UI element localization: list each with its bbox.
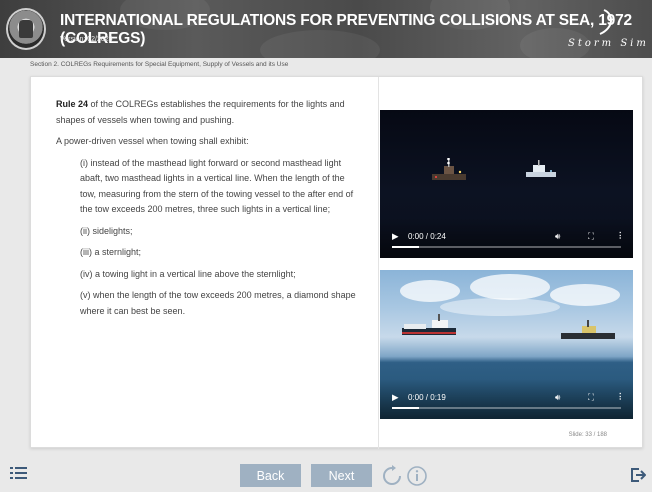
next-button[interactable]: Next — [311, 464, 372, 487]
more-options-icon[interactable]: ⋮ — [616, 391, 625, 402]
video-controls: ▶ 0:00 / 0:19 🔊︎ ⛶ ⋮ — [380, 379, 633, 419]
back-button[interactable]: Back — [240, 464, 301, 487]
rule-items: (i) instead of the masthead light forwar… — [56, 156, 356, 320]
video-player-day[interactable]: ▶ 0:00 / 0:19 🔊︎ ⛶ ⋮ — [380, 270, 633, 419]
course-logo — [6, 8, 46, 50]
fullscreen-icon[interactable]: ⛶ — [588, 392, 594, 403]
rule-label: Rule 24 — [56, 99, 89, 109]
video-progress-fill — [392, 246, 420, 248]
brand-wave-icon — [599, 9, 612, 35]
breadcrumb: Section 2. COLREGs Requirements for Spec… — [30, 61, 289, 68]
brand-text: Storm Sim — [568, 38, 649, 49]
header-bar: INTERNATIONAL REGULATIONS FOR PREVENTING… — [0, 0, 652, 58]
video-time: 0:00 / 0:19 — [408, 393, 446, 402]
rule-item: (i) instead of the masthead light forwar… — [80, 157, 354, 215]
rule-item: (ii) sidelights; — [80, 225, 133, 236]
version-label: Version: 02/2023 — [60, 36, 113, 43]
column-divider — [378, 77, 379, 449]
video-progress-fill — [392, 407, 420, 409]
brand-logo: Storm Sim — [568, 8, 648, 52]
video-player-night[interactable]: ▶ 0:00 / 0:24 🔊︎ ⛶ ⋮ — [380, 110, 633, 258]
menu-list-icon[interactable] — [10, 466, 28, 480]
tug-ship-image — [432, 158, 466, 180]
slide-card: Rule 24 of the COLREGs establishes the r… — [30, 76, 643, 449]
more-options-icon[interactable]: ⋮ — [616, 230, 625, 241]
rule-item: (iii) a sternlight; — [80, 247, 142, 257]
video-controls: ▶ 0:00 / 0:24 🔊︎ ⛶ ⋮ — [380, 218, 633, 258]
video-progress-bar[interactable] — [392, 407, 621, 409]
video-progress-bar[interactable] — [392, 246, 621, 248]
play-icon[interactable]: ▶ — [392, 231, 399, 242]
rule-item: (iv) a towing light in a vertical line a… — [80, 268, 296, 279]
rule-text: Rule 24 of the COLREGs establishes the r… — [56, 97, 356, 325]
volume-icon[interactable]: 🔊︎ — [555, 231, 560, 242]
course-title: INTERNATIONAL REGULATIONS FOR PREVENTING… — [60, 12, 632, 47]
rule-lead: A power-driven vessel when towing shall … — [56, 136, 249, 146]
volume-icon[interactable]: 🔊︎ — [555, 392, 560, 403]
rule-item: (v) when the length of the tow exceeds 2… — [80, 290, 356, 316]
video-time: 0:00 / 0:24 — [408, 232, 446, 241]
info-icon[interactable] — [406, 465, 428, 487]
slide-counter: Slide: 33 / 188 — [568, 432, 607, 438]
towed-ship-image — [561, 320, 615, 339]
exit-icon[interactable] — [630, 467, 646, 483]
play-icon[interactable]: ▶ — [392, 392, 399, 403]
rule-intro-text: of the COLREGs establishes the requireme… — [56, 99, 345, 125]
rule-intro: Rule 24 of the COLREGs establishes the r… — [56, 97, 356, 128]
fullscreen-icon[interactable]: ⛶ — [588, 231, 594, 242]
towed-ship-image — [526, 160, 556, 177]
tug-ship-image — [402, 314, 456, 335]
replay-icon[interactable] — [381, 465, 403, 487]
